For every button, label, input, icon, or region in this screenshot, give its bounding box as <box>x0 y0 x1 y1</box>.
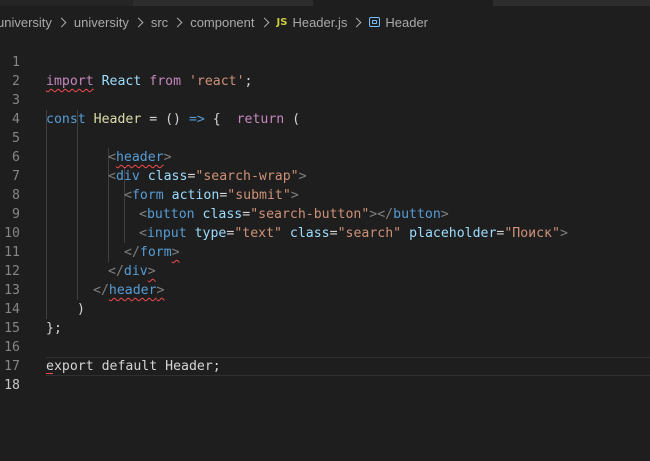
code-line-1[interactable]: 1 import React from 'react'; <box>0 34 650 89</box>
chevron-right-icon <box>259 17 269 27</box>
code-line-5[interactable]: 5 <header> <box>0 110 650 165</box>
code-line-14[interactable]: 14 }; <box>0 281 650 336</box>
editor-tab-strip <box>0 0 650 6</box>
code-line-16[interactable]: 16 export default Header; <box>0 319 650 374</box>
code-line-11[interactable]: 11 </div> <box>0 224 650 279</box>
code-line-15[interactable]: 15 <box>0 300 650 336</box>
breadcrumb-item-university[interactable]: university <box>0 15 52 30</box>
tab-partial[interactable] <box>133 0 313 6</box>
code-line-8[interactable]: 8 <button class="search-button"></button… <box>0 167 650 222</box>
code-line-7[interactable]: 7 <form action="submit"> <box>0 148 650 203</box>
line-number-active: 18 <box>4 378 20 393</box>
breadcrumb-item-component[interactable]: component <box>190 15 254 30</box>
breadcrumb-item-file[interactable]: Header.js <box>292 15 347 30</box>
chevron-right-icon <box>133 17 144 27</box>
code-line-9[interactable]: 9 <input type="text" class="search" plac… <box>0 186 650 241</box>
tab-partial[interactable] <box>493 0 650 6</box>
breadcrumb-item-university-sub[interactable]: university <box>74 15 129 30</box>
code-line-17[interactable]: 17 <box>0 338 650 374</box>
code-line-2[interactable]: 2 <box>0 53 650 89</box>
code-editor[interactable]: 1 import React from 'react'; 2 3 const H… <box>0 34 650 461</box>
error-squiggle <box>46 368 53 374</box>
chevron-right-icon <box>172 17 183 27</box>
symbol-icon <box>369 17 381 27</box>
code-line-18[interactable]: 18 <box>0 357 650 393</box>
code-line-4[interactable]: 4 <box>0 91 650 127</box>
chevron-right-icon <box>351 17 362 27</box>
code-line-3[interactable]: 3 const Header = () => { return ( <box>0 72 650 127</box>
code-line-10[interactable]: 10 </form> <box>0 205 650 260</box>
tab-active-partial[interactable] <box>313 0 493 6</box>
js-file-icon: JS <box>276 16 288 28</box>
breadcrumb-item-src[interactable]: src <box>151 15 168 30</box>
breadcrumb-item-symbol[interactable]: Header <box>385 15 428 30</box>
code-line-12[interactable]: 12 </header> <box>0 243 650 298</box>
code-line-6[interactable]: 6 <div class="search-wrap"> <box>0 129 650 184</box>
chevron-right-icon <box>56 17 67 27</box>
breadcrumb: university university src component JS H… <box>0 12 647 32</box>
code-line-13[interactable]: 13 ) <box>0 262 650 317</box>
